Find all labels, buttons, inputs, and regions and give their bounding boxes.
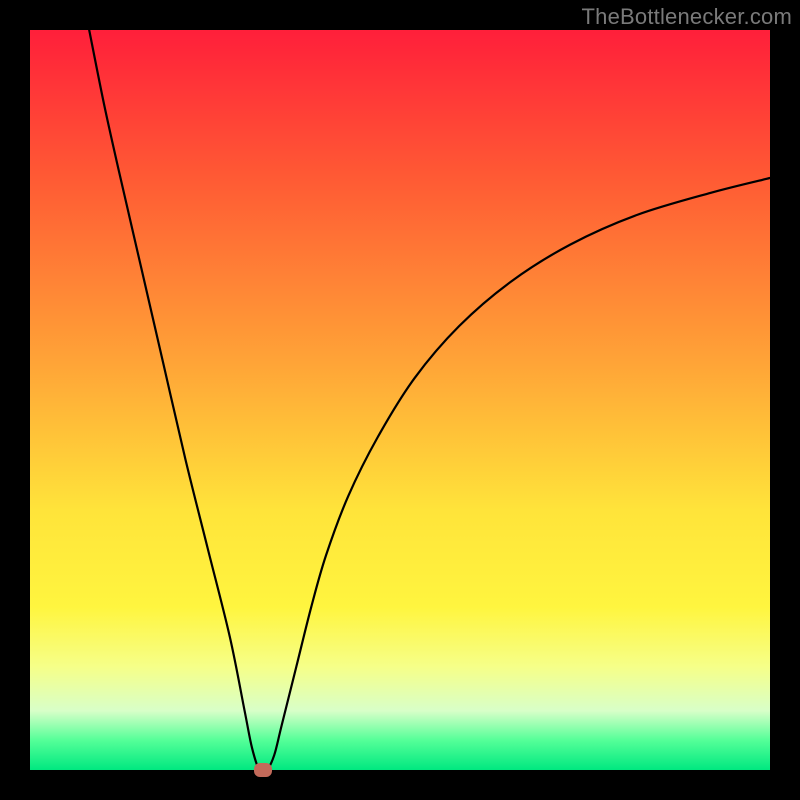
chart-frame: TheBottlenecker.com	[0, 0, 800, 800]
bottleneck-curve	[30, 30, 770, 770]
attribution-label: TheBottlenecker.com	[582, 4, 792, 30]
optimum-marker	[254, 763, 272, 777]
plot-area	[30, 30, 770, 770]
curve-path	[89, 30, 770, 770]
